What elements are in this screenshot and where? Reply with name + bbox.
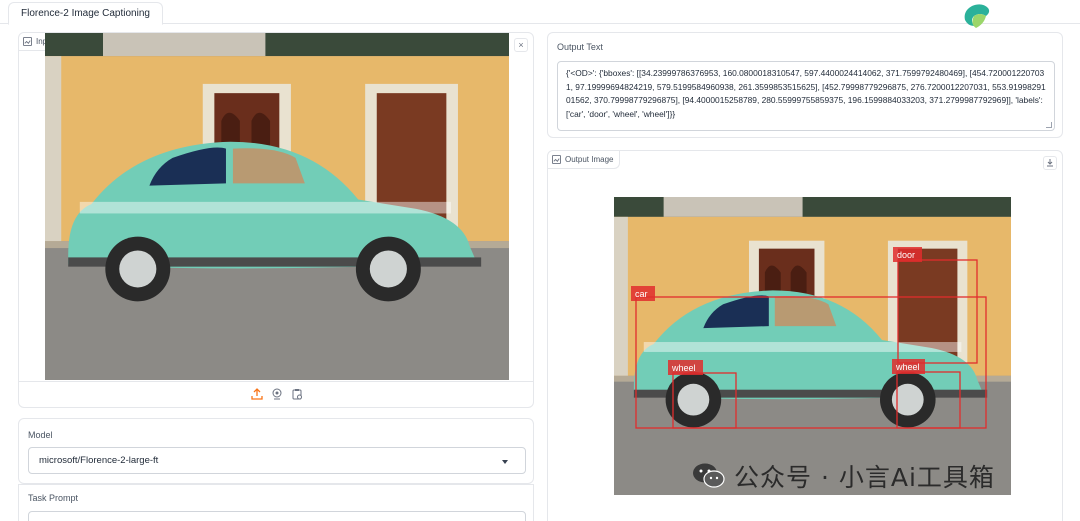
download-icon	[1047, 159, 1053, 167]
bbox-label-wheel-left: wheel	[671, 363, 696, 373]
detection-door: door	[893, 247, 978, 364]
detection-overlay: car door wheel wheel	[631, 247, 987, 429]
chevron-down-icon	[502, 460, 508, 464]
clipboard-icon[interactable]	[291, 388, 303, 400]
detection-wheel-right: wheel	[892, 359, 961, 429]
tab-florence-2-image-captioning[interactable]: Florence-2 Image Captioning	[8, 2, 163, 25]
clear-image-button[interactable]: ×	[514, 38, 528, 52]
image-icon	[23, 37, 32, 46]
output-image-frame: car door wheel wheel	[614, 197, 1011, 495]
detection-wheel-left: wheel	[668, 360, 737, 429]
output-text-value: {'<OD>': {'bboxes': [[34.23999786376953,…	[566, 68, 1046, 119]
model-dropdown[interactable]: microsoft/Florence-2-large-ft	[28, 447, 526, 474]
bbox-door	[897, 259, 978, 364]
download-button[interactable]	[1043, 156, 1057, 170]
input-picture-panel: Input Picture ×	[18, 32, 534, 408]
detection-car: car	[631, 286, 987, 429]
bbox-wheel-right	[896, 371, 961, 429]
task-prompt-label: Task Prompt	[28, 493, 79, 503]
watermark-text: 公众号 · 小言Ai工具箱	[734, 463, 995, 492]
watermark: 公众号 · 小言Ai工具箱	[692, 458, 995, 494]
output-image-label-text: Output Image	[565, 155, 614, 164]
upload-icon[interactable]	[251, 388, 263, 400]
bbox-wheel-left	[672, 372, 737, 429]
output-text-panel: Output Text {'<OD>': {'bboxes': [[34.239…	[547, 32, 1063, 138]
model-label: Model	[28, 430, 53, 440]
tab-strip: Florence-2 Image Captioning	[0, 0, 1080, 25]
output-image-label: Output Image	[548, 151, 621, 169]
bbox-label-door: door	[897, 250, 915, 260]
model-selected-value: microsoft/Florence-2-large-ft	[39, 455, 159, 466]
output-text-label: Output Text	[557, 42, 603, 52]
model-panel: Model microsoft/Florence-2-large-ft	[18, 418, 534, 484]
bbox-label-car: car	[635, 289, 648, 299]
image-icon	[552, 155, 561, 164]
florence-logo-icon	[964, 4, 990, 28]
task-prompt-dropdown[interactable]	[28, 511, 526, 521]
task-prompt-panel: Task Prompt	[18, 484, 534, 521]
resize-handle[interactable]	[1046, 122, 1052, 128]
output-text-area[interactable]: {'<OD>': {'bboxes': [[34.23999786376953,…	[557, 61, 1055, 131]
bbox-label-wheel-right: wheel	[895, 362, 920, 372]
webcam-icon[interactable]	[271, 388, 283, 400]
wechat-icon	[693, 463, 725, 488]
input-picture-image[interactable]	[45, 33, 509, 380]
